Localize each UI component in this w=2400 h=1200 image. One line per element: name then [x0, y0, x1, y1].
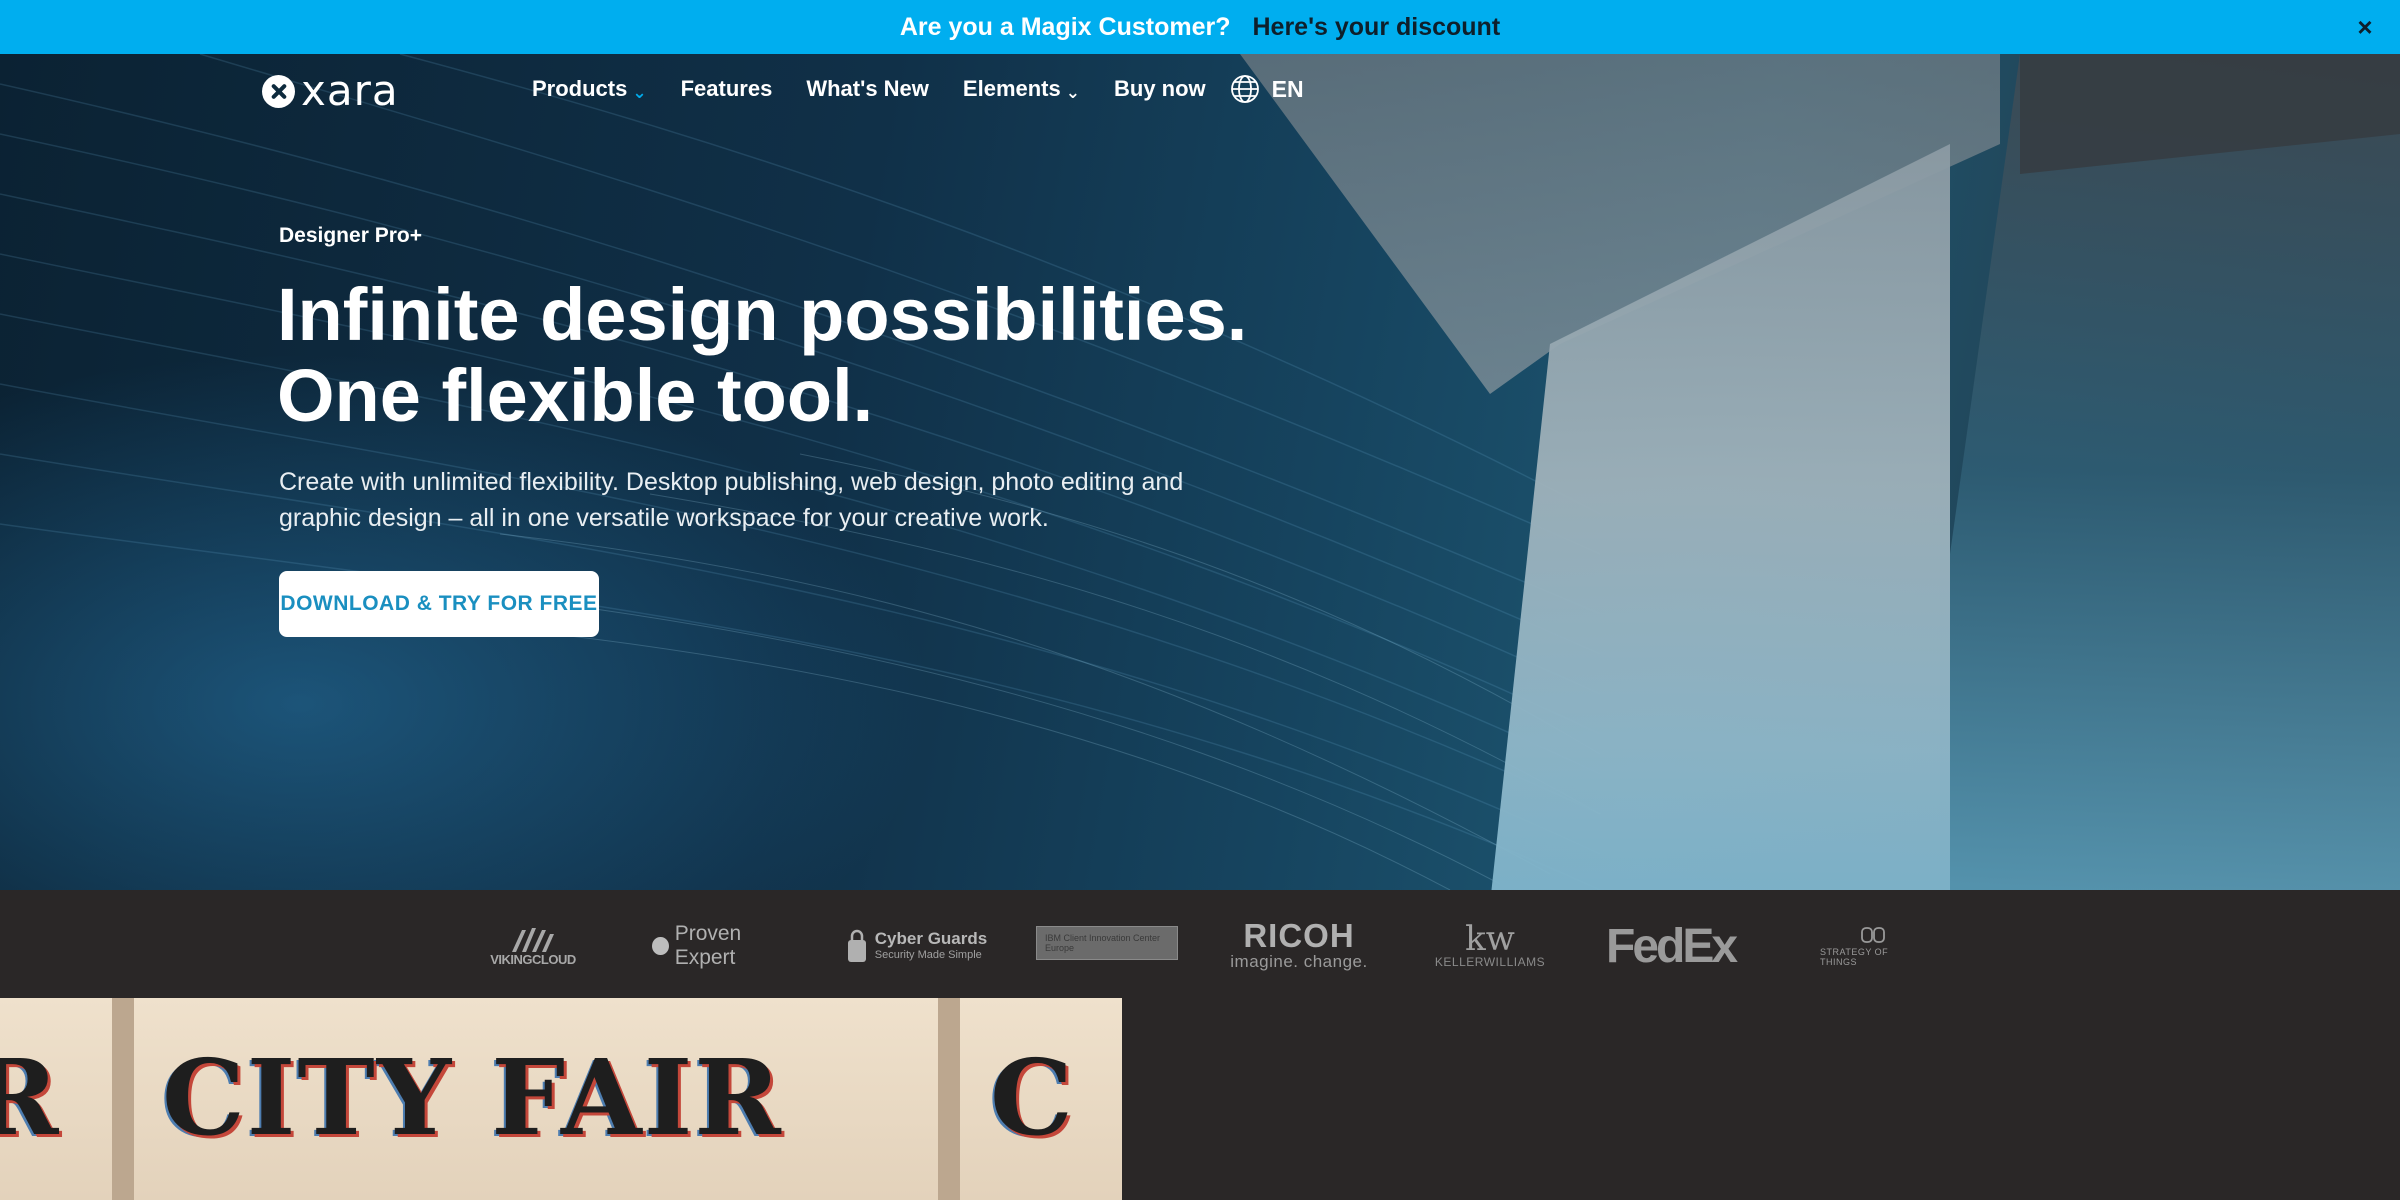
cyberguards-logo: Cyber Guards Security Made Simple: [844, 918, 990, 974]
cyberguards-text-group: Cyber Guards Security Made Simple: [875, 930, 987, 962]
nav-item-label: Buy now: [1114, 76, 1206, 101]
vikingcloud-text: VIKINGCLOUD: [490, 951, 576, 967]
language-label: EN: [1271, 75, 1304, 102]
language-selector[interactable]: EN: [1230, 74, 1304, 104]
strategy-of-things-icon: [1861, 927, 1885, 943]
product-eyebrow: Designer Pro+: [279, 224, 422, 247]
ricoh-title: RICOH: [1243, 917, 1355, 954]
cyberguards-subtitle: Security Made Simple: [874, 949, 982, 961]
provenexpert-text: Proven Expert: [674, 922, 742, 969]
main-nav: xara Products ⌄ Features What's New Elem…: [0, 54, 2400, 126]
strategy-of-things-logo: STRATEGY OF THINGS: [1820, 918, 1926, 974]
chevron-down-icon: ⌄: [632, 82, 647, 102]
nav-item-whats-new[interactable]: What's New: [806, 76, 929, 102]
nav-item-products[interactable]: Products ⌄: [532, 76, 647, 102]
download-try-button[interactable]: DOWNLOAD & TRY FOR FREE: [279, 571, 599, 637]
fedex-logo: FedEx: [1606, 918, 1738, 974]
xara-logo[interactable]: xara: [262, 66, 399, 115]
nav-item-elements[interactable]: Elements ⌄: [963, 76, 1080, 102]
strategy-of-things-text: STRATEGY OF THINGS: [1820, 947, 1889, 967]
poster-gap: [938, 998, 960, 1200]
headline-line-1: Infinite design possibilities.: [277, 273, 1248, 356]
lock-icon: [847, 929, 866, 962]
chevron-down-icon: ⌄: [1065, 82, 1080, 102]
promo-question: Are you a Magix Customer?: [899, 12, 1231, 41]
logo-text: xara: [301, 66, 399, 115]
provenexpert-logo: Proven Expert: [652, 918, 798, 974]
ricoh-logo: RICOH imagine. change.: [1226, 918, 1372, 974]
nav-item-label: Elements: [962, 76, 1061, 101]
vikingcloud-icon: [512, 927, 554, 952]
vikingcloud-logo: VIKINGCLOUD: [488, 918, 578, 974]
nav-item-features[interactable]: Features: [681, 76, 773, 102]
poster-text: CITY FAIR: [162, 1036, 783, 1159]
nav-item-label: Products: [532, 76, 628, 101]
ricoh-tagline: imagine. change.: [1230, 952, 1368, 971]
poster-panel: R: [0, 998, 112, 1200]
xara-logo-icon: [262, 74, 295, 108]
poster-panel: C: [960, 998, 1122, 1200]
promo-discount-link[interactable]: Here's your discount: [1252, 13, 1500, 42]
close-icon[interactable]: ×: [2350, 12, 2380, 42]
feature-image-section: R CITY FAIR C: [0, 998, 2400, 1200]
nav-item-label: What's New: [806, 76, 929, 101]
client-logos-strip: VIKINGCLOUD Proven Expert Cyber Guards S…: [0, 890, 2400, 998]
hero-headline: Infinite design possibilities. One flexi…: [277, 274, 1477, 436]
poster-gap: [112, 998, 134, 1200]
nav-item-buy-now[interactable]: Buy now: [1114, 76, 1206, 102]
hero-image-shape: [1950, 54, 2400, 890]
nav-menu: Products ⌄ Features What's New Elements …: [532, 74, 1304, 104]
kw-title: kw: [1465, 919, 1515, 959]
provenexpert-icon: [652, 937, 669, 955]
headline-line-2: One flexible tool.: [277, 354, 874, 437]
globe-icon: [1230, 75, 1259, 103]
poster-text: C: [990, 1036, 1075, 1159]
cyberguards-title: Cyber Guards: [874, 929, 988, 948]
nav-item-label: Features: [680, 76, 773, 101]
ibm-cic-text: IBM Client Innovation Center Europe: [1045, 933, 1161, 953]
fedex-text: FedEx: [1606, 919, 1738, 973]
hero-subtext: Create with unlimited flexibility. Deskt…: [279, 468, 1184, 532]
kellerwilliams-logo: kw KELLERWILLIAMS: [1430, 918, 1550, 974]
poster-text: R: [0, 1036, 61, 1159]
poster-panel: CITY FAIR: [134, 998, 938, 1200]
city-fair-poster-image: R CITY FAIR C: [0, 998, 1122, 1200]
kw-subtitle: KELLERWILLIAMS: [1434, 955, 1546, 969]
ibm-cic-logo: IBM Client Innovation Center Europe: [1036, 926, 1178, 960]
promo-banner: Are you a Magix Customer? Here's your di…: [0, 0, 2400, 54]
